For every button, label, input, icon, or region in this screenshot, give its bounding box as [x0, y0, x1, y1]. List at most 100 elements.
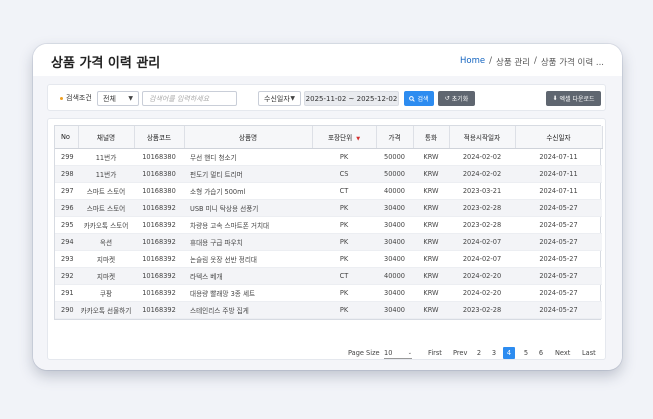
cell-channel: 카카오톡 선물하기 [78, 301, 134, 319]
cell-no: 295 [55, 216, 78, 234]
cell-start-date: 2023-02-28 [449, 301, 515, 319]
cell-channel: 카카오톡 스토어 [78, 216, 134, 234]
cell-received-date: 2024-05-27 [515, 250, 602, 268]
reset-button[interactable]: ↺ 초기화 [438, 91, 475, 106]
cell-price: 30400 [376, 250, 413, 268]
column-header-product-name[interactable]: 상품명 [184, 126, 313, 149]
price-history-table: No 채널명 상품코드 상품명 포장단위 ▼ 가격 통화 적용시작일자 수신일자 … [55, 126, 603, 319]
table-row[interactable]: 290 카카오톡 선물하기 10168392 스테인리스 주방 집게 PK 30400 KR… [55, 301, 602, 319]
cell-no: 297 [55, 182, 78, 200]
cell-no: 296 [55, 199, 78, 217]
cell-package-unit: PK [312, 233, 376, 251]
cell-price: 30400 [376, 284, 413, 302]
cell-received-date: 2024-07-11 [515, 148, 602, 166]
column-header-price[interactable]: 가격 [376, 126, 414, 149]
search-icon [409, 95, 416, 102]
cell-start-date: 2024-02-02 [449, 148, 515, 166]
search-type-select[interactable]: 전체 ▼ [97, 91, 139, 106]
table-row[interactable]: 297 스마트 스토어 10168380 소형 가습기 500ml CT 40000 KRW… [55, 182, 602, 200]
cell-no: 292 [55, 267, 78, 285]
page-title: 상품 가격 이력 관리 [51, 56, 161, 71]
page-size-label: Page Size [348, 349, 380, 357]
cell-no: 290 [55, 301, 78, 319]
column-header-currency[interactable]: 통화 [413, 126, 450, 149]
cell-product-name: 논슬림 옷장 선반 정리대 [184, 250, 312, 268]
breadcrumb-separator: / [533, 56, 537, 66]
column-header-no[interactable]: No [55, 126, 79, 149]
column-header-channel[interactable]: 채널명 [78, 126, 135, 149]
table-row[interactable]: 298 11번가 10168380 펀도기 멀티 트리머 CS 50000 KRW 2024-… [55, 165, 602, 183]
page-button-active[interactable]: 4 [503, 347, 515, 359]
breadcrumb: Home / 상품 관리 / 상품 가격 이력 ... [460, 56, 604, 68]
cell-product-code: 10168380 [134, 148, 184, 166]
page-header: 상품 가격 이력 관리 Home / 상품 관리 / 상품 가격 이력 ... [33, 44, 622, 76]
cell-product-code: 10168392 [134, 233, 184, 251]
chevron-down-icon: ▼ [290, 95, 295, 102]
cell-received-date: 2024-05-27 [515, 233, 602, 251]
chevron-down-icon: ▼ [128, 95, 133, 102]
cell-start-date: 2024-02-02 [449, 165, 515, 183]
cell-package-unit: PK [312, 199, 376, 217]
next-page-button[interactable]: Next [555, 347, 570, 359]
column-header-start-date[interactable]: 적용시작일자 [449, 126, 516, 149]
cell-package-unit: CS [312, 165, 376, 183]
date-type-select[interactable]: 수신일자 ▼ [258, 91, 301, 106]
cell-product-code: 10168392 [134, 199, 184, 217]
cell-price: 30400 [376, 216, 413, 234]
search-button[interactable]: 검색 [404, 91, 434, 106]
page-button[interactable]: 5 [520, 347, 532, 359]
breadcrumb-product-management[interactable]: 상품 관리 [496, 56, 530, 68]
cell-start-date: 2024-02-07 [449, 250, 515, 268]
page-button[interactable]: 3 [488, 347, 500, 359]
page-size-select[interactable]: 10 ⌄ [384, 347, 412, 359]
last-page-button[interactable]: Last [582, 347, 596, 359]
cell-price: 50000 [376, 148, 413, 166]
page-button[interactable]: 2 [473, 347, 485, 359]
cell-price: 40000 [376, 182, 413, 200]
cell-start-date: 2023-02-28 [449, 199, 515, 217]
cell-product-code: 10168380 [134, 182, 184, 200]
breadcrumb-separator: / [489, 56, 492, 66]
cell-product-name: 라텍스 베개 [184, 267, 312, 285]
cell-price: 30400 [376, 301, 413, 319]
table-row[interactable]: 293 지마켓 10168392 논슬림 옷장 선반 정리대 PK 30400 KRW 202… [55, 250, 602, 268]
cell-price: 30400 [376, 199, 413, 217]
cell-channel: 옥션 [78, 233, 134, 251]
cell-channel: 스마트 스토어 [78, 182, 134, 200]
prev-page-button[interactable]: Prev [453, 347, 467, 359]
table-row[interactable]: 292 지마켓 10168392 라텍스 베개 CT 40000 KRW 2024-02-20… [55, 267, 602, 285]
price-history-grid: No 채널명 상품코드 상품명 포장단위 ▼ 가격 통화 적용시작일자 수신일자 … [54, 125, 603, 320]
cell-currency: KRW [413, 216, 449, 234]
excel-download-button[interactable]: ⬇ 엑셀 다운로드 [546, 91, 601, 106]
content-area: 검색조건 전체 ▼ 검색어를 입력하세요 수신일자 ▼ 2025-11-02 ~… [33, 76, 622, 370]
cell-channel: 지마켓 [78, 267, 134, 285]
cell-currency: KRW [413, 284, 449, 302]
first-page-button[interactable]: First [428, 347, 442, 359]
cell-price: 40000 [376, 267, 413, 285]
cell-product-code: 10168392 [134, 250, 184, 268]
cell-package-unit: PK [312, 250, 376, 268]
cell-currency: KRW [413, 148, 449, 166]
table-row[interactable]: 296 스마트 스토어 10168392 USB 미니 탁상용 선풍기 PK 30400 K… [55, 199, 602, 217]
page-button[interactable]: 6 [535, 347, 547, 359]
table-row[interactable]: 294 옥션 10168392 휴대용 구급 파우치 PK 30400 KRW 2024-02… [55, 233, 602, 251]
column-header-received-date[interactable]: 수신일자 [515, 126, 603, 149]
grid-card: No 채널명 상품코드 상품명 포장단위 ▼ 가격 통화 적용시작일자 수신일자 … [47, 118, 606, 360]
column-header-package-unit[interactable]: 포장단위 ▼ [312, 126, 377, 149]
pagination: Page Size 10 ⌄ First Prev 2 3 4 5 6 Next… [54, 347, 601, 359]
cell-start-date: 2023-03-21 [449, 182, 515, 200]
cell-received-date: 2024-07-11 [515, 182, 602, 200]
cell-package-unit: PK [312, 301, 376, 319]
search-input[interactable]: 검색어를 입력하세요 [142, 91, 237, 106]
column-header-product-code[interactable]: 상품코드 [134, 126, 185, 149]
date-range-picker[interactable]: 2025-11-02 ~ 2025-12-02 [304, 91, 399, 106]
table-body: 299 11번가 10168380 무선 핸디 청소기 PK 50000 KRW 2024-0… [55, 148, 602, 319]
breadcrumb-home[interactable]: Home [460, 56, 485, 68]
cell-package-unit: CT [312, 267, 376, 285]
cell-package-unit: PK [312, 216, 376, 234]
cell-start-date: 2024-02-20 [449, 284, 515, 302]
sort-descending-icon: ▼ [356, 135, 361, 142]
table-row[interactable]: 291 쿠팡 10168392 대용량 빨래망 3종 세트 PK 30400 KRW 2024… [55, 284, 602, 302]
table-row[interactable]: 295 카카오톡 스토어 10168392 차량용 고속 스마트폰 거치대 PK 3040… [55, 216, 602, 234]
table-row[interactable]: 299 11번가 10168380 무선 핸디 청소기 PK 50000 KRW 2024-0… [55, 148, 602, 166]
